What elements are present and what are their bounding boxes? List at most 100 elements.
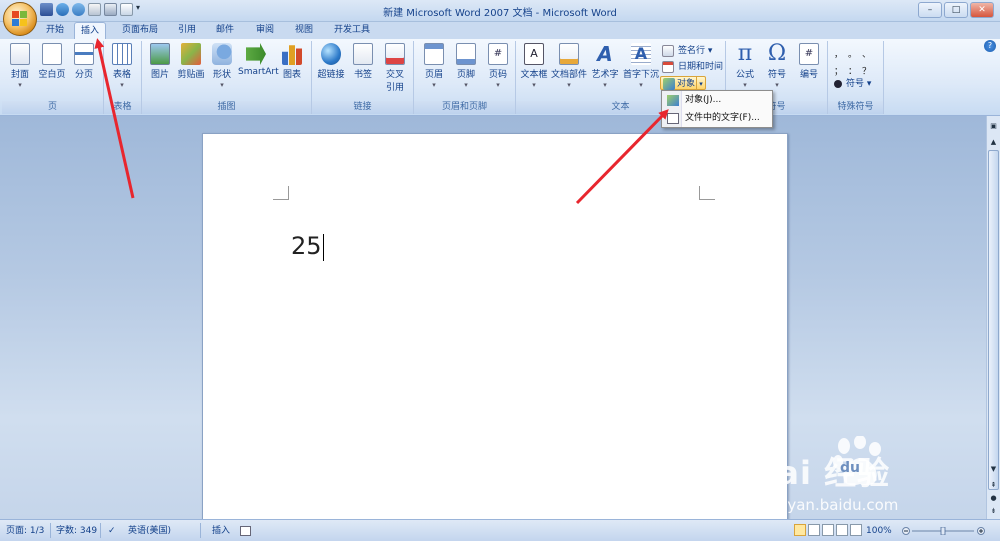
- scroll-thumb[interactable]: [988, 150, 999, 490]
- special-char-pause[interactable]: 、: [862, 47, 876, 60]
- picture-button[interactable]: 图片: [145, 43, 175, 80]
- drop-cap-button[interactable]: A 首字下沉 ▾: [622, 43, 660, 89]
- special-symbol-button[interactable]: 符号 ▾: [834, 77, 871, 91]
- symbol-button[interactable]: Ω 符号 ▾: [762, 41, 792, 90]
- text-box-icon: A: [524, 43, 544, 65]
- numbering-icon: #: [799, 43, 819, 65]
- status-divider: [200, 523, 201, 538]
- clip-art-icon: [181, 43, 201, 65]
- object-icon: [663, 78, 675, 90]
- tab-page-layout[interactable]: 页面布局: [116, 22, 164, 39]
- group-label-pages: 页: [2, 101, 103, 114]
- special-char-question[interactable]: ？: [862, 64, 876, 77]
- object-icon: [667, 95, 679, 106]
- outline-view-icon[interactable]: [836, 524, 848, 536]
- omega-icon: Ω: [767, 41, 787, 66]
- quick-parts-button[interactable]: 文档部件 ▾: [551, 43, 587, 89]
- crop-mark-right: [699, 186, 715, 200]
- object-dropdown-arrow[interactable]: ▾: [696, 77, 705, 89]
- proofing-icon[interactable]: ✓: [108, 524, 116, 538]
- special-char-semicolon[interactable]: ；: [834, 64, 848, 77]
- calendar-icon: [662, 61, 674, 73]
- ruler-toggle-icon[interactable]: ▣: [988, 120, 999, 132]
- web-layout-view-icon[interactable]: [822, 524, 834, 536]
- print-layout-view-icon[interactable]: [794, 524, 806, 536]
- macro-record-icon[interactable]: [240, 526, 251, 536]
- tab-home[interactable]: 开始: [40, 22, 70, 39]
- watermark-text: Bai 经验: [752, 454, 891, 492]
- object-button[interactable]: 对象 ▾: [660, 76, 706, 90]
- text-box-button[interactable]: A 文本框 ▾: [519, 43, 549, 89]
- office-button[interactable]: [3, 2, 37, 36]
- watermark-du: du: [840, 460, 860, 476]
- group-table: 表格 ▾ 表格: [104, 41, 142, 114]
- zoom-slider[interactable]: [902, 527, 986, 535]
- status-page[interactable]: 页面: 1/3: [6, 524, 44, 538]
- shapes-icon: [212, 43, 232, 65]
- status-bar: 页面: 1/3 字数: 349 ✓ 英语(美国) 插入 100%: [0, 519, 1000, 541]
- previous-page-button[interactable]: ⇞: [988, 479, 999, 491]
- tab-mailings[interactable]: 邮件: [210, 22, 240, 39]
- special-char-comma[interactable]: ，: [834, 47, 848, 60]
- pi-icon: π: [737, 41, 753, 66]
- header-button[interactable]: 页眉 ▾: [419, 43, 449, 89]
- tab-references[interactable]: 引用: [172, 22, 202, 39]
- ribbon-tabs: 开始 插入 页面布局 引用 邮件 审阅 视图 开发工具: [0, 22, 1000, 39]
- document-content[interactable]: 25: [291, 232, 324, 261]
- close-button[interactable]: ✕: [970, 2, 994, 18]
- next-page-button[interactable]: ⇟: [988, 505, 999, 517]
- maximize-button[interactable]: □: [944, 2, 968, 18]
- full-screen-view-icon[interactable]: [808, 524, 820, 536]
- equation-button[interactable]: π 公式 ▾: [730, 41, 760, 90]
- tab-view[interactable]: 视图: [289, 22, 319, 39]
- shapes-button[interactable]: 形状 ▾: [207, 43, 237, 89]
- baidu-watermark: Bai 经验 du jingyan.baidu.com: [752, 430, 952, 520]
- status-language[interactable]: 英语(美国): [128, 524, 171, 538]
- scroll-down-button[interactable]: ▼: [988, 463, 999, 475]
- chart-button[interactable]: 图表: [277, 43, 307, 80]
- blank-page-button[interactable]: 空白页: [37, 43, 67, 80]
- scroll-up-button[interactable]: ▲: [988, 136, 999, 148]
- group-pages: 封面 ▾ 空白页 分页 页: [2, 41, 104, 114]
- group-label-illustrations: 插图: [142, 101, 311, 114]
- menu-item-text-from-file[interactable]: 文件中的文字(F)...: [663, 110, 771, 127]
- select-browse-object-button[interactable]: ●: [988, 492, 999, 504]
- document-page[interactable]: 25: [202, 133, 788, 523]
- vertical-scrollbar[interactable]: ▣ ▲ ▼ ⇞ ● ⇟: [986, 116, 1000, 519]
- cross-reference-button[interactable]: 交叉 引用: [380, 43, 410, 93]
- status-word-count[interactable]: 字数: 349: [56, 524, 97, 538]
- drop-cap-icon: A: [631, 43, 651, 65]
- date-time-button[interactable]: 日期和时间: [662, 60, 723, 74]
- status-insert-mode[interactable]: 插入: [212, 524, 230, 538]
- bookmark-button[interactable]: 书签: [348, 43, 378, 80]
- numbering-button[interactable]: # 编号: [794, 43, 824, 80]
- page-break-icon: [74, 43, 94, 65]
- menu-item-object[interactable]: 对象(J)...: [663, 92, 771, 109]
- special-char-colon[interactable]: ：: [848, 64, 862, 77]
- special-char-period[interactable]: 。: [848, 47, 862, 60]
- tab-review[interactable]: 审阅: [250, 22, 280, 39]
- hyperlink-button[interactable]: 超链接: [316, 43, 346, 80]
- ribbon-help-icon[interactable]: ?: [984, 40, 996, 52]
- group-links: 超链接 书签 交叉 引用 链接: [312, 41, 414, 114]
- draft-view-icon[interactable]: [850, 524, 862, 536]
- symbol-dot-icon: [834, 80, 842, 88]
- wordart-button[interactable]: A 艺术字 ▾: [589, 43, 621, 89]
- globe-icon: [321, 43, 341, 65]
- group-label-special-symbols: 特殊符号: [828, 101, 883, 114]
- cover-page-button[interactable]: 封面 ▾: [5, 43, 35, 89]
- footer-button[interactable]: 页脚 ▾: [451, 43, 481, 89]
- office-logo-icon: [12, 11, 28, 27]
- page-break-button[interactable]: 分页: [69, 43, 99, 80]
- zoom-level[interactable]: 100%: [866, 524, 892, 538]
- blank-page-icon: [42, 43, 62, 65]
- page-number-icon: #: [488, 43, 508, 65]
- smartart-button[interactable]: SmartArt: [238, 43, 279, 77]
- signature-line-button[interactable]: 签名行 ▾: [662, 44, 712, 58]
- tab-developer[interactable]: 开发工具: [328, 22, 376, 39]
- table-button[interactable]: 表格 ▾: [107, 43, 137, 89]
- clip-art-button[interactable]: 剪贴画: [176, 43, 206, 80]
- minimize-button[interactable]: –: [918, 2, 942, 18]
- tab-insert[interactable]: 插入: [74, 22, 107, 39]
- page-number-button[interactable]: # 页码 ▾: [483, 43, 513, 89]
